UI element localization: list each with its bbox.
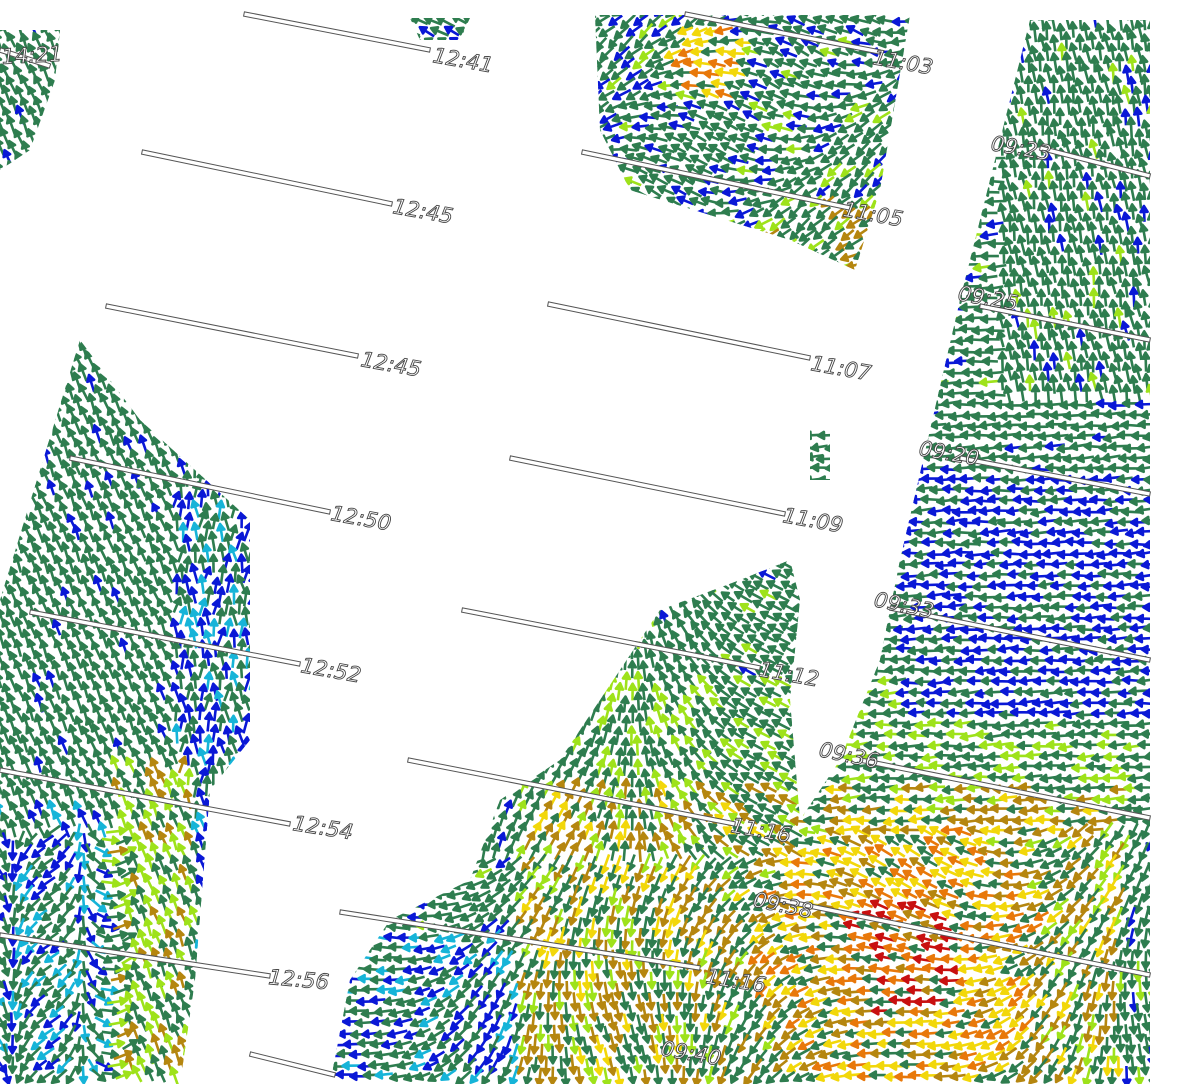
wind-vector-map: 14:21 12:4112:4512:4512:5012:5212:5412:56… <box>0 0 1179 1084</box>
track-time-label: 14:21 <box>1 42 63 69</box>
